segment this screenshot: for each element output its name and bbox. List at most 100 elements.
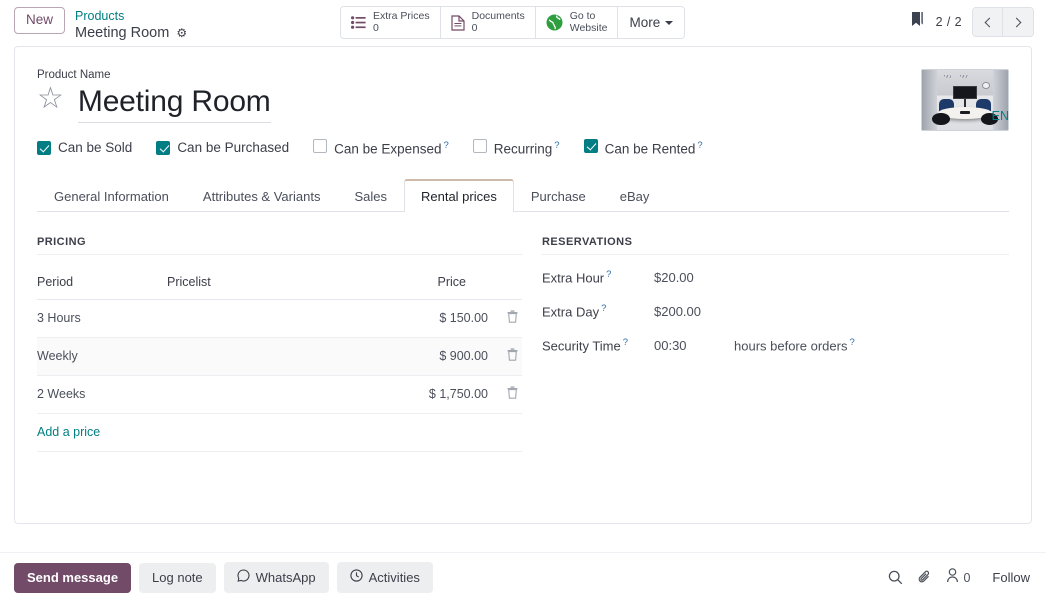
cell-price[interactable]: $ 150.00 xyxy=(297,299,496,337)
checkbox-can-be-sold[interactable]: Can be Sold xyxy=(37,139,132,157)
help-icon[interactable]: ? xyxy=(623,337,628,348)
whatsapp-button[interactable]: WhatsApp xyxy=(224,562,329,593)
pricing-section-title: PRICING xyxy=(37,236,522,255)
pricing-table-body: 3 Hours $ 150.00 Weekly xyxy=(37,299,522,451)
table-row[interactable]: 2 Weeks $ 1,750.00 xyxy=(37,375,522,413)
checkbox-label-text: Can be Rented xyxy=(605,142,696,157)
reservations-section-title: RESERVATIONS xyxy=(542,236,1009,255)
field-label: Security Time? xyxy=(542,337,654,353)
tab-sales[interactable]: Sales xyxy=(337,179,404,212)
log-note-button[interactable]: Log note xyxy=(139,563,216,593)
tab-general-information[interactable]: General Information xyxy=(37,179,186,212)
breadcrumb: Products Meeting Room ⚙ xyxy=(75,7,187,43)
cell-period[interactable]: Weekly xyxy=(37,337,167,375)
whatsapp-label: WhatsApp xyxy=(256,570,316,585)
field-security-time: Security Time? 00:30 hours before orders… xyxy=(542,337,1009,353)
checkbox-box[interactable] xyxy=(37,141,51,155)
checkbox-box[interactable] xyxy=(313,139,327,153)
checkbox-label: Can be Rented? xyxy=(605,137,703,159)
chatter-actions: Send message Log note WhatsApp Activitie… xyxy=(14,562,433,593)
trash-icon[interactable] xyxy=(507,350,518,364)
cell-pricelist[interactable] xyxy=(167,337,297,375)
help-icon[interactable]: ? xyxy=(554,140,559,151)
stat-button-go-to-website[interactable]: Go to Website xyxy=(536,7,619,38)
form-sheet: Product Name ☆ Meeting Room EN Can be So… xyxy=(14,46,1032,524)
checkbox-recurring[interactable]: Recurring? xyxy=(473,137,560,159)
star-icon[interactable]: ☆ xyxy=(37,84,64,114)
cell-delete xyxy=(496,337,522,375)
new-button[interactable]: New xyxy=(14,7,65,34)
pager-previous-button[interactable] xyxy=(973,8,1003,36)
breadcrumb-products-link[interactable]: Products xyxy=(75,8,187,24)
tab-attributes-variants[interactable]: Attributes & Variants xyxy=(186,179,338,212)
follow-button[interactable]: Follow xyxy=(992,570,1030,585)
form-tabs: General Information Attributes & Variant… xyxy=(37,178,1009,212)
add-a-price-link[interactable]: Add a price xyxy=(37,425,100,439)
product-name-field[interactable]: Meeting Room xyxy=(78,83,777,121)
pager-next-button[interactable] xyxy=(1003,8,1033,36)
gear-icon[interactable]: ⚙ xyxy=(176,27,187,39)
more-label: More xyxy=(629,15,660,30)
tab-ebay[interactable]: eBay xyxy=(603,179,667,212)
tab-rental-prices[interactable]: Rental prices xyxy=(404,179,514,212)
checkbox-box[interactable] xyxy=(473,139,487,153)
trash-icon[interactable] xyxy=(507,312,518,326)
checkbox-can-be-expensed[interactable]: Can be Expensed? xyxy=(313,137,449,159)
chatter-meta: 0 Follow xyxy=(888,568,1032,588)
more-button[interactable]: More xyxy=(618,7,684,38)
tab-content-rental-prices: PRICING Period Pricelist Price 3 Hours xyxy=(37,212,1009,452)
language-badge[interactable]: EN xyxy=(992,109,1009,123)
whatsapp-icon xyxy=(237,569,250,585)
trash-icon[interactable] xyxy=(507,388,518,402)
column-actions xyxy=(496,266,522,300)
cell-delete xyxy=(496,299,522,337)
followers-button[interactable]: 0 xyxy=(946,568,970,588)
tab-purchase[interactable]: Purchase xyxy=(514,179,603,212)
chevron-left-icon xyxy=(984,17,994,27)
cell-period[interactable]: 3 Hours xyxy=(37,299,167,337)
sheet-wrapper: Product Name ☆ Meeting Room EN Can be So… xyxy=(0,46,1046,524)
cell-price[interactable]: $ 1,750.00 xyxy=(297,375,496,413)
table-row[interactable]: 3 Hours $ 150.00 xyxy=(37,299,522,337)
help-icon[interactable]: ? xyxy=(606,269,611,280)
image-monitor-stand xyxy=(964,99,965,107)
breadcrumb-current: Meeting Room ⚙ xyxy=(75,24,187,43)
field-suffix-text: hours before orders xyxy=(734,338,847,353)
cell-price[interactable]: $ 900.00 xyxy=(297,337,496,375)
table-row[interactable]: Weekly $ 900.00 xyxy=(37,337,522,375)
help-icon[interactable]: ? xyxy=(601,303,606,314)
image-vent-1 xyxy=(944,75,952,77)
help-icon[interactable]: ? xyxy=(697,140,702,151)
activities-button[interactable]: Activities xyxy=(337,562,433,593)
checkbox-label-text: Recurring xyxy=(494,142,553,157)
paperclip-icon[interactable] xyxy=(917,570,932,585)
pricing-header-row: Period Pricelist Price xyxy=(37,266,522,300)
send-message-button[interactable]: Send message xyxy=(14,563,131,593)
field-label: Extra Hour? xyxy=(542,269,654,285)
help-icon[interactable]: ? xyxy=(849,337,854,348)
field-value[interactable]: $20.00 xyxy=(654,270,694,285)
stat-text-documents: Documents 0 xyxy=(472,11,525,34)
checkbox-box[interactable] xyxy=(156,141,170,155)
bookmark-icon[interactable] xyxy=(910,11,926,33)
search-icon[interactable] xyxy=(888,570,903,585)
cell-pricelist[interactable] xyxy=(167,299,297,337)
column-pricelist: Pricelist xyxy=(167,266,297,300)
field-extra-day: Extra Day? $200.00 xyxy=(542,303,1009,319)
cell-pricelist[interactable] xyxy=(167,375,297,413)
field-value[interactable]: 00:30 xyxy=(654,338,716,353)
stat-label: Documents xyxy=(472,11,525,23)
checkbox-box[interactable] xyxy=(584,139,598,153)
breadcrumb-current-label: Meeting Room xyxy=(75,24,169,43)
field-label-text: Extra Hour xyxy=(542,270,604,285)
field-label-text: Security Time xyxy=(542,338,621,353)
field-value[interactable]: $200.00 xyxy=(654,304,701,319)
stat-button-documents[interactable]: Documents 0 xyxy=(441,7,536,38)
help-icon[interactable]: ? xyxy=(443,140,448,151)
cell-period[interactable]: 2 Weeks xyxy=(37,375,167,413)
globe-icon xyxy=(546,14,563,31)
checkbox-can-be-rented[interactable]: Can be Rented? xyxy=(584,137,703,159)
checkbox-can-be-purchased[interactable]: Can be Purchased xyxy=(156,139,289,157)
add-price-row[interactable]: Add a price xyxy=(37,413,522,451)
stat-button-extra-prices[interactable]: Extra Prices 0 xyxy=(341,7,441,38)
